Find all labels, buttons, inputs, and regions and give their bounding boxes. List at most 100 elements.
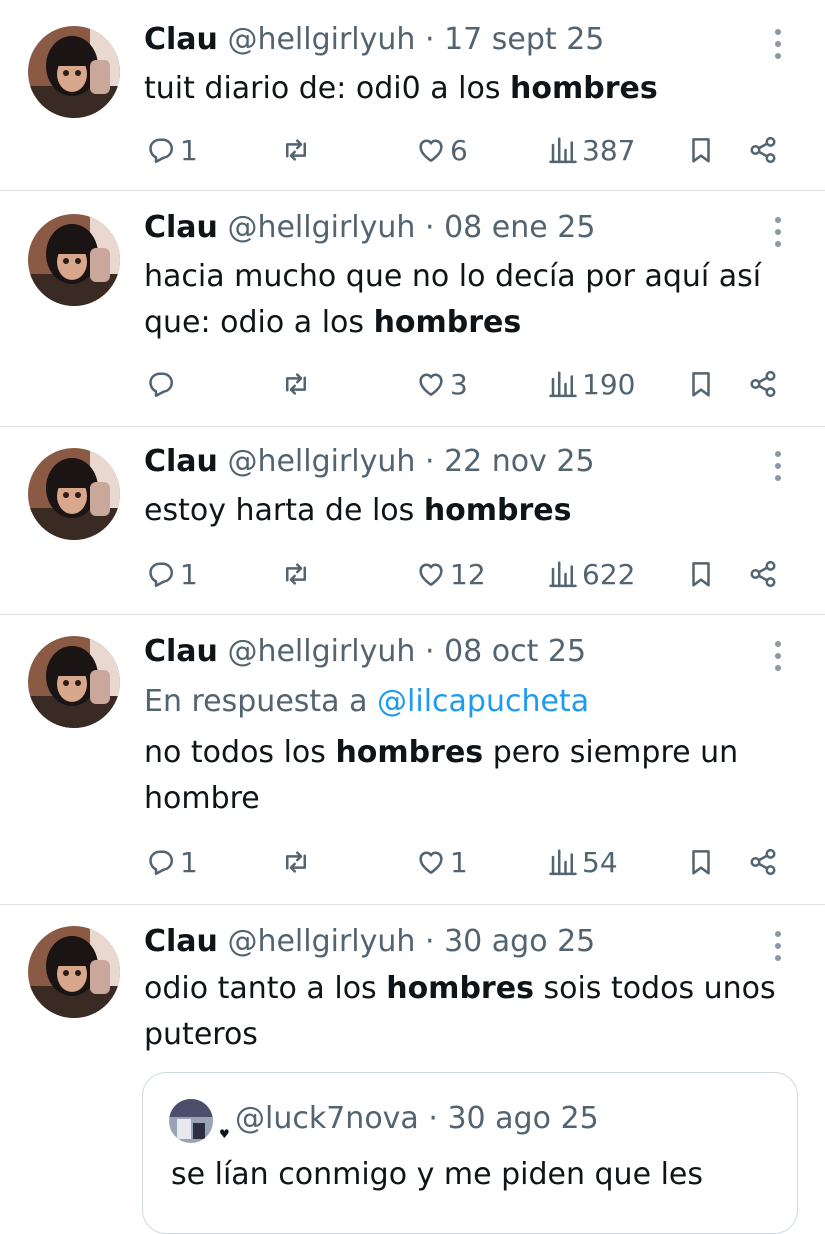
like-button[interactable]: 12	[416, 554, 486, 594]
tweet-actions: 3 190	[0, 364, 825, 404]
display-name[interactable]: Clau	[144, 444, 218, 479]
avatar[interactable]	[28, 926, 120, 1018]
user-handle[interactable]: @hellgirlyuh	[227, 444, 415, 479]
quoted-date[interactable]: 30 ago 25	[447, 1101, 598, 1136]
more-icon[interactable]	[766, 446, 790, 486]
views-icon	[548, 559, 578, 589]
view-count: 54	[582, 845, 618, 879]
tweet[interactable]: Clau @hellgirlyuh · 08 ene 25 hacia much…	[0, 190, 825, 427]
like-button[interactable]: 3	[416, 364, 468, 404]
views-button[interactable]: 190	[548, 364, 635, 404]
reply-button[interactable]: 1	[146, 130, 198, 170]
bookmark-icon	[686, 369, 716, 399]
avatar[interactable]	[28, 214, 120, 306]
bookmark-icon	[686, 135, 716, 165]
share-button[interactable]	[748, 842, 778, 882]
reply-icon	[146, 369, 176, 399]
retweet-button[interactable]	[280, 842, 312, 882]
view-count: 387	[582, 133, 636, 167]
tweet-date[interactable]: 22 nov 25	[444, 444, 595, 479]
quoted-avatar[interactable]	[169, 1099, 213, 1143]
reply-icon	[146, 559, 176, 589]
tweet-text: no todos los hombres pero siempre un hom…	[144, 730, 804, 822]
bookmark-button[interactable]	[686, 130, 716, 170]
tweet[interactable]: Clau @hellgirlyuh · 22 nov 25 estoy hart…	[0, 426, 825, 615]
display-name[interactable]: Clau	[144, 22, 218, 57]
reply-icon	[146, 135, 176, 165]
views-button[interactable]: 54	[548, 842, 618, 882]
tweet-date[interactable]: 30 ago 25	[444, 924, 595, 959]
view-count: 622	[582, 557, 636, 591]
avatar[interactable]	[28, 448, 120, 540]
bookmark-button[interactable]	[686, 842, 716, 882]
retweet-button[interactable]	[280, 130, 312, 170]
share-icon	[748, 847, 778, 877]
tweet-header: Clau @hellgirlyuh · 17 sept 25	[144, 22, 604, 58]
tweet-text: odio tanto a los hombres sois todos unos…	[144, 966, 804, 1058]
more-icon[interactable]	[766, 636, 790, 676]
share-button[interactable]	[748, 130, 778, 170]
tweet-text-bold: hombres	[386, 971, 534, 1006]
tweet-text: estoy harta de los hombres	[144, 488, 804, 534]
display-name[interactable]: Clau	[144, 210, 218, 245]
more-icon[interactable]	[766, 24, 790, 64]
like-button[interactable]: 1	[416, 842, 468, 882]
like-count: 1	[450, 845, 468, 879]
retweet-button[interactable]	[280, 364, 312, 404]
user-handle[interactable]: @hellgirlyuh	[227, 210, 415, 245]
quoted-tweet[interactable]: ♥ @luck7nova · 30 ago 25 se lían conmigo…	[142, 1072, 798, 1234]
display-name[interactable]: Clau	[144, 924, 218, 959]
user-handle[interactable]: @hellgirlyuh	[227, 634, 415, 669]
tweet-text-bold: hombres	[423, 493, 572, 528]
tweet-text: hacia mucho que no lo decía por aquí así…	[144, 254, 804, 346]
views-button[interactable]: 387	[548, 130, 635, 170]
reply-icon	[146, 847, 176, 877]
share-button[interactable]	[748, 364, 778, 404]
reply-button[interactable]: 1	[146, 842, 198, 882]
tweet[interactable]: Clau @hellgirlyuh · 08 oct 25 En respues…	[0, 614, 825, 905]
user-handle[interactable]: @hellgirlyuh	[227, 22, 415, 57]
avatar[interactable]	[28, 26, 120, 118]
views-icon	[548, 847, 578, 877]
tweet-actions: 1 6 387	[0, 130, 825, 170]
tweet[interactable]: Clau @hellgirlyuh · 17 sept 25 tuit diar…	[0, 0, 825, 191]
more-icon[interactable]	[766, 212, 790, 252]
bookmark-button[interactable]	[686, 554, 716, 594]
tweet-header: Clau @hellgirlyuh · 08 oct 25	[144, 634, 586, 670]
bookmark-icon	[686, 847, 716, 877]
more-icon[interactable]	[766, 926, 790, 966]
heart-icon: ♥	[219, 1127, 230, 1141]
tweet-text-part: estoy harta de los	[144, 493, 424, 528]
separator: ·	[424, 634, 435, 669]
retweet-button[interactable]	[280, 554, 312, 594]
like-icon	[416, 369, 446, 399]
share-icon	[748, 369, 778, 399]
like-button[interactable]: 6	[416, 130, 468, 170]
tweet-date[interactable]: 08 ene 25	[444, 210, 595, 245]
separator: ·	[424, 210, 435, 245]
tweet-text-part: sois todos unos	[533, 971, 776, 1006]
quoted-handle[interactable]: @luck7nova	[235, 1101, 419, 1136]
user-handle[interactable]: @hellgirlyuh	[227, 924, 415, 959]
like-count: 3	[450, 367, 468, 401]
quoted-header: @luck7nova · 30 ago 25	[235, 1099, 599, 1139]
bookmark-button[interactable]	[686, 364, 716, 404]
tweet-text-line: puteros	[144, 1017, 258, 1052]
tweet-text-line: hacia mucho que no lo decía por aquí así	[144, 259, 762, 294]
display-name[interactable]: Clau	[144, 634, 218, 669]
reply-button[interactable]	[146, 364, 180, 404]
tweet-text-part: odio tanto a los	[144, 971, 387, 1006]
reply-button[interactable]: 1	[146, 554, 198, 594]
reply-count: 1	[180, 845, 198, 879]
retweet-icon	[280, 559, 312, 589]
tweet-date[interactable]: 17 sept 25	[444, 22, 604, 57]
views-button[interactable]: 622	[548, 554, 635, 594]
like-icon	[416, 559, 446, 589]
reply-mention-link[interactable]: @lilcapucheta	[377, 684, 589, 719]
tweet-actions: 1 1 54	[0, 842, 825, 882]
avatar[interactable]	[28, 636, 120, 728]
like-count: 12	[450, 557, 486, 591]
tweet-date[interactable]: 08 oct 25	[444, 634, 586, 669]
share-button[interactable]	[748, 554, 778, 594]
tweet-text-part: tuit diario de: odi0 a los	[144, 71, 511, 106]
